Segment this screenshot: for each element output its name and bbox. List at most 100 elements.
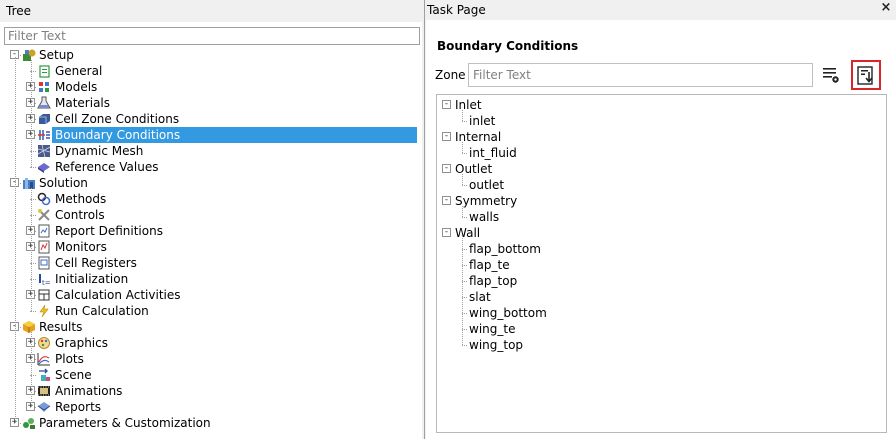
tree-connector: [462, 153, 467, 154]
animations-icon: [37, 384, 51, 398]
models-icon: [37, 80, 51, 94]
tree-item-monitors[interactable]: + Monitors: [0, 239, 420, 255]
zone-item[interactable]: wing_te: [469, 321, 515, 337]
zone-group-outlet[interactable]: Outlet: [455, 161, 492, 177]
filter-options-button[interactable]: [820, 64, 842, 86]
tree-guide-line: [462, 238, 463, 345]
tree-item-scene[interactable]: Scene: [0, 367, 420, 383]
tree-item-label: Cell Zone Conditions: [55, 112, 180, 126]
zone-group-inlet[interactable]: Inlet: [455, 97, 482, 113]
tree-list: - Setup General + Models + Materials + Cell Zone…: [0, 47, 420, 431]
tree-item-results[interactable]: - Results: [0, 319, 420, 335]
sort-list-icon: [857, 66, 873, 85]
sort-zones-button[interactable]: [854, 63, 878, 87]
tree-item-materials[interactable]: + Materials: [0, 95, 420, 111]
tree-guide-line: [31, 332, 32, 407]
tree-item-solution[interactable]: - Solution: [0, 175, 420, 191]
tree-item-label: Methods: [55, 192, 107, 206]
tree-item-cell-zone-conditions[interactable]: + Cell Zone Conditions: [0, 111, 420, 127]
pane-splitter-line: [424, 0, 425, 439]
tree-guide-line: [462, 174, 463, 185]
tree-item-general[interactable]: General: [0, 63, 420, 79]
zone-item[interactable]: int_fluid: [469, 145, 517, 161]
initialization-icon: t=0: [37, 272, 55, 287]
tree-item-label: Report Definitions: [55, 224, 163, 238]
tree-item-reports[interactable]: + Reports: [0, 399, 420, 415]
tree-item-report-definitions[interactable]: + Report Definitions: [0, 223, 420, 239]
tree-item-label: Cell Registers: [55, 256, 137, 270]
tree-connector: [30, 311, 36, 312]
collapse-icon[interactable]: -: [442, 196, 451, 205]
tree-item-label: Initialization: [55, 272, 129, 286]
tree-item-label: Animations: [55, 384, 123, 398]
plots-icon: [37, 352, 51, 366]
page-title: Boundary Conditions: [437, 39, 579, 53]
tree-item-setup[interactable]: - Setup: [0, 47, 420, 63]
zone-filter-input[interactable]: [468, 63, 813, 87]
tree-item-initialization[interactable]: t=0 Initialization: [0, 271, 420, 287]
tree-item-cell-registers[interactable]: Cell Registers: [0, 255, 420, 271]
tree-item-dynamic-mesh[interactable]: Dynamic Mesh: [0, 143, 420, 159]
tree-item-label: Models: [55, 80, 98, 94]
tree-filter-input[interactable]: [4, 27, 420, 45]
tree-item-label: Boundary Conditions: [52, 127, 417, 143]
collapse-icon[interactable]: -: [442, 132, 451, 141]
reports-icon: [37, 400, 51, 414]
tree-item-animations[interactable]: + Animations: [0, 383, 420, 399]
tree-item-reference-values[interactable]: Reference Values: [0, 159, 420, 175]
tree-item-label: Parameters & Customization: [39, 416, 211, 430]
tree-item-boundary-conditions[interactable]: + Boundary Conditions: [0, 127, 420, 143]
zone-item[interactable]: flap_te: [469, 257, 510, 273]
tree-panel-header: Tree: [0, 0, 422, 22]
tree-item-label: Monitors: [55, 240, 107, 254]
zone-group-symmetry[interactable]: Symmetry: [455, 193, 517, 209]
monitors-icon: [37, 240, 51, 254]
tree-item-run-calculation[interactable]: Run Calculation: [0, 303, 420, 319]
tree-item-label: Solution: [39, 176, 88, 190]
materials-icon: [37, 96, 51, 110]
zone-item[interactable]: flap_bottom: [469, 241, 541, 257]
close-icon[interactable]: ×: [880, 1, 892, 16]
run-calculation-icon: [37, 304, 51, 318]
tree-guide-line: [31, 188, 32, 311]
collapse-icon[interactable]: -: [442, 228, 451, 237]
graphics-icon: [37, 336, 51, 350]
collapse-icon[interactable]: -: [442, 164, 451, 173]
tree-item-models[interactable]: + Models: [0, 79, 420, 95]
tree-item-methods[interactable]: Methods: [0, 191, 420, 207]
tree-item-label: Setup: [39, 48, 74, 62]
zone-item[interactable]: flap_top: [469, 273, 517, 289]
tree-item-label: Controls: [55, 208, 105, 222]
zone-item[interactable]: wing_top: [469, 337, 523, 353]
tree-item-controls[interactable]: Controls: [0, 207, 420, 223]
zone-group-wall[interactable]: Wall: [455, 225, 480, 241]
tree-item-label: Run Calculation: [55, 304, 149, 318]
tree-guide-line: [462, 110, 463, 121]
tree-item-calculation-activities[interactable]: + Calculation Activities: [0, 287, 420, 303]
tree-item-label: Plots: [55, 352, 84, 366]
general-icon: [37, 64, 51, 78]
calculation-activities-icon: [37, 288, 51, 302]
tree-item-label: Materials: [55, 96, 111, 110]
dynamic-mesh-icon: [37, 144, 51, 158]
zone-item[interactable]: inlet: [469, 113, 495, 129]
tree-guide-line: [31, 60, 32, 167]
zone-item[interactable]: wing_bottom: [469, 305, 547, 321]
tree-guide-line: [462, 142, 463, 153]
zone-item[interactable]: slat: [469, 289, 491, 305]
tree-item-parameters-customization[interactable]: + Parameters & Customization: [0, 415, 420, 431]
zone-item[interactable]: outlet: [469, 177, 504, 193]
zone-tree: - Inlet inlet - Internal int_fluid - Outlet outl…: [436, 94, 887, 433]
task-page-panel: Task Page × Boundary Conditions Zone -In…: [426, 0, 896, 439]
tree-item-label: General: [55, 64, 103, 78]
tree-guide-line: [15, 57, 16, 423]
tree-item-label: Scene: [55, 368, 92, 382]
svg-text:t=0: t=0: [42, 279, 51, 286]
cell-zone-icon: [37, 112, 51, 126]
scene-icon: [37, 368, 51, 382]
collapse-icon[interactable]: -: [442, 100, 451, 109]
tree-item-graphics[interactable]: + Graphics: [0, 335, 420, 351]
report-definitions-icon: [37, 224, 51, 238]
tree-item-plots[interactable]: + Plots: [0, 351, 420, 367]
zone-item[interactable]: walls: [469, 209, 499, 225]
